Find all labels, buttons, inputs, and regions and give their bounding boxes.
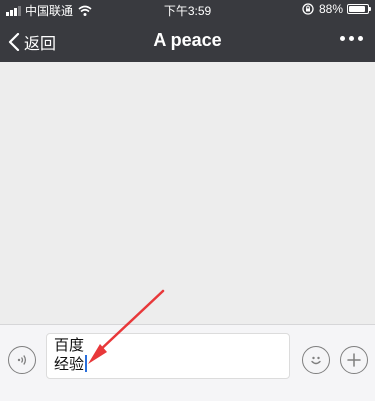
input-line-2-text: 经验 (54, 356, 85, 373)
status-bar: 中国联通 下午3:59 88% (0, 0, 375, 20)
input-line-2: 经验 (54, 355, 282, 374)
voice-icon (17, 355, 27, 365)
input-line-1: 百度 (54, 337, 85, 354)
chat-area (0, 62, 375, 324)
battery-percent: 88% (318, 2, 343, 16)
text-caret (85, 355, 88, 372)
plus-button[interactable] (340, 346, 368, 374)
more-dots-icon[interactable] (340, 36, 363, 41)
plus-icon (347, 353, 361, 367)
rotation-lock-icon (302, 3, 314, 15)
input-bar: 百度 经验 (0, 324, 375, 401)
chat-title: A peace (153, 30, 222, 50)
battery-icon (347, 4, 371, 14)
battery-fill (349, 6, 365, 12)
top-bar: 中国联通 下午3:59 88% 返回 A peace (0, 0, 375, 62)
message-input[interactable]: 百度 经验 (46, 333, 290, 379)
nav-bar: 返回 A peace (0, 20, 375, 62)
emoji-icon (311, 356, 321, 365)
status-right: 88% (302, 2, 371, 16)
voice-button[interactable] (8, 346, 36, 374)
emoji-button[interactable] (302, 346, 330, 374)
